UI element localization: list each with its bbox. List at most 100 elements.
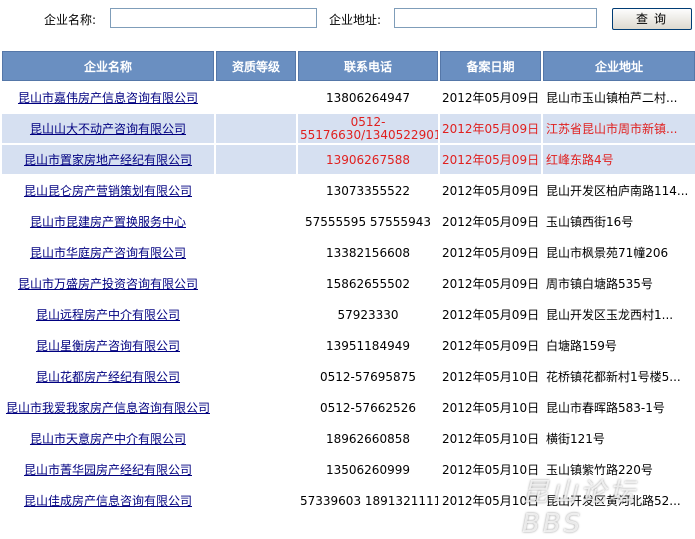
company-link[interactable]: 昆山市万盛房产投资咨询有限公司 bbox=[18, 277, 198, 291]
company-link[interactable]: 昆山佳成房产信息咨询有限公司 bbox=[24, 494, 192, 508]
phone-cell: 15862655502 bbox=[298, 269, 438, 298]
table-row: 昆山远程房产中介有限公司 57923330 2012年05月09日 昆山开发区玉龙西村… bbox=[2, 300, 695, 329]
table-row: 昆山山大不动产咨询有限公司 0512- 55176630/13405229017 20… bbox=[2, 114, 695, 143]
company-link[interactable]: 昆山市我爱我家房产信息咨询有限公司 bbox=[6, 401, 210, 415]
qualification-cell bbox=[216, 424, 296, 453]
company-name-cell: 昆山市嘉伟房产信息咨询有限公司 bbox=[2, 83, 214, 112]
company-name-cell: 昆山市昆建房产置换服务中心 bbox=[2, 207, 214, 236]
table-row: 昆山市万盛房产投资咨询有限公司 15862655502 2012年05月09日 周市镇… bbox=[2, 269, 695, 298]
search-button[interactable]: 查询 bbox=[612, 8, 692, 30]
phone-cell: 57555595 57555943 bbox=[298, 207, 438, 236]
company-name-cell: 昆山市万盛房产投资咨询有限公司 bbox=[2, 269, 214, 298]
company-name-cell: 昆山星衡房产咨询有限公司 bbox=[2, 331, 214, 360]
qualification-cell bbox=[216, 331, 296, 360]
company-link[interactable]: 昆山远程房产中介有限公司 bbox=[36, 308, 180, 322]
phone-cell: 0512-57662526 bbox=[298, 393, 438, 422]
company-link[interactable]: 昆山昆仑房产营销策划有限公司 bbox=[24, 184, 192, 198]
company-address-input[interactable] bbox=[394, 8, 597, 28]
address-cell: 白塘路159号 bbox=[543, 331, 695, 360]
date-cell: 2012年05月09日 bbox=[440, 269, 541, 298]
company-name-cell: 昆山佳成房产信息咨询有限公司 bbox=[2, 486, 214, 515]
address-cell: 红峰东路4号 bbox=[543, 145, 695, 174]
qualification-cell bbox=[216, 486, 296, 515]
header-phone: 联系电话 bbox=[298, 51, 438, 81]
header-company-name: 企业名称 bbox=[2, 51, 214, 81]
header-address: 企业地址 bbox=[543, 51, 695, 81]
address-cell: 昆山市玉山镇柏芦二村... bbox=[543, 83, 695, 112]
phone-cell: 13806264947 bbox=[298, 83, 438, 112]
table-row: 昆山市置家房地产经纪有限公司 13906267588 2012年05月09日 红峰东路… bbox=[2, 145, 695, 174]
qualification-cell bbox=[216, 145, 296, 174]
date-cell: 2012年05月09日 bbox=[440, 83, 541, 112]
date-cell: 2012年05月09日 bbox=[440, 331, 541, 360]
date-cell: 2012年05月09日 bbox=[440, 176, 541, 205]
phone-cell: 0512- 55176630/13405229017 bbox=[298, 114, 438, 143]
company-name-cell: 昆山市置家房地产经纪有限公司 bbox=[2, 145, 214, 174]
company-link[interactable]: 昆山市菁华园房产经纪有限公司 bbox=[24, 463, 192, 477]
address-cell: 横街121号 bbox=[543, 424, 695, 453]
company-address-label: 企业地址: bbox=[329, 13, 382, 27]
table-row: 昆山市天意房产中介有限公司 18962660858 2012年05月10日 横街121… bbox=[2, 424, 695, 453]
phone-cell: 13906267588 bbox=[298, 145, 438, 174]
company-name-cell: 昆山远程房产中介有限公司 bbox=[2, 300, 214, 329]
company-name-cell: 昆山昆仑房产营销策划有限公司 bbox=[2, 176, 214, 205]
address-cell: 江苏省昆山市周市新镇... bbox=[543, 114, 695, 143]
qualification-cell bbox=[216, 300, 296, 329]
company-name-cell: 昆山市华庭房产咨询有限公司 bbox=[2, 238, 214, 267]
table-row: 昆山市昆建房产置换服务中心 57555595 57555943 2012年05月09… bbox=[2, 207, 695, 236]
search-bar: 企业名称: 企业地址: 查询 bbox=[0, 0, 695, 42]
company-link[interactable]: 昆山星衡房产咨询有限公司 bbox=[36, 339, 180, 353]
table-header-row: 企业名称 资质等级 联系电话 备案日期 企业地址 bbox=[2, 51, 695, 81]
date-cell: 2012年05月10日 bbox=[440, 393, 541, 422]
phone-cell: 57923330 bbox=[298, 300, 438, 329]
company-link[interactable]: 昆山市嘉伟房产信息咨询有限公司 bbox=[18, 91, 198, 105]
watermark: 昆山论坛 BBS bbox=[522, 478, 639, 539]
date-cell: 2012年05月09日 bbox=[440, 114, 541, 143]
phone-cell: 13951184949 bbox=[298, 331, 438, 360]
phone-cell: 13073355522 bbox=[298, 176, 438, 205]
date-cell: 2012年05月09日 bbox=[440, 207, 541, 236]
qualification-cell bbox=[216, 393, 296, 422]
company-name-input[interactable] bbox=[110, 8, 317, 28]
company-link[interactable]: 昆山市天意房产中介有限公司 bbox=[30, 432, 186, 446]
address-cell: 昆山开发区玉龙西村1... bbox=[543, 300, 695, 329]
header-qualification: 资质等级 bbox=[216, 51, 296, 81]
phone-cell: 13382156608 bbox=[298, 238, 438, 267]
date-cell: 2012年05月10日 bbox=[440, 362, 541, 391]
company-name-label: 企业名称: bbox=[44, 13, 97, 27]
qualification-cell bbox=[216, 114, 296, 143]
table-row: 昆山星衡房产咨询有限公司 13951184949 2012年05月09日 白塘路159… bbox=[2, 331, 695, 360]
qualification-cell bbox=[216, 176, 296, 205]
table-row: 昆山市嘉伟房产信息咨询有限公司 13806264947 2012年05月09日 昆山市… bbox=[2, 83, 695, 112]
company-link[interactable]: 昆山市昆建房产置换服务中心 bbox=[30, 215, 186, 229]
company-link[interactable]: 昆山花都房产经纪有限公司 bbox=[36, 370, 180, 384]
company-link[interactable]: 昆山山大不动产咨询有限公司 bbox=[30, 122, 186, 136]
date-cell: 2012年05月10日 bbox=[440, 424, 541, 453]
company-link[interactable]: 昆山市置家房地产经纪有限公司 bbox=[24, 153, 192, 167]
phone-cell: 57339603 18913211110 bbox=[298, 486, 438, 515]
phone-cell: 0512-57695875 bbox=[298, 362, 438, 391]
header-date: 备案日期 bbox=[440, 51, 541, 81]
company-name-cell: 昆山山大不动产咨询有限公司 bbox=[2, 114, 214, 143]
company-name-cell: 昆山市我爱我家房产信息咨询有限公司 bbox=[2, 393, 214, 422]
company-table: 企业名称 资质等级 联系电话 备案日期 企业地址 昆山市嘉伟房产信息咨询有限公司… bbox=[0, 49, 695, 517]
address-cell: 玉山镇西街16号 bbox=[543, 207, 695, 236]
qualification-cell bbox=[216, 238, 296, 267]
date-cell: 2012年05月09日 bbox=[440, 145, 541, 174]
table-row: 昆山花都房产经纪有限公司 0512-57695875 2012年05月10日 花桥镇花… bbox=[2, 362, 695, 391]
address-cell: 周市镇白塘路535号 bbox=[543, 269, 695, 298]
qualification-cell bbox=[216, 362, 296, 391]
table-row: 昆山市华庭房产咨询有限公司 13382156608 2012年05月09日 昆山市枫景… bbox=[2, 238, 695, 267]
qualification-cell bbox=[216, 269, 296, 298]
qualification-cell bbox=[216, 207, 296, 236]
address-cell: 昆山开发区柏庐南路114... bbox=[543, 176, 695, 205]
phone-cell: 13506260999 bbox=[298, 455, 438, 484]
company-link[interactable]: 昆山市华庭房产咨询有限公司 bbox=[30, 246, 186, 260]
date-cell: 2012年05月09日 bbox=[440, 300, 541, 329]
address-cell: 昆山市春晖路583-1号 bbox=[543, 393, 695, 422]
company-name-cell: 昆山市天意房产中介有限公司 bbox=[2, 424, 214, 453]
table-row: 昆山市我爱我家房产信息咨询有限公司 0512-57662526 2012年05月10… bbox=[2, 393, 695, 422]
address-cell: 花桥镇花都新村1号楼5... bbox=[543, 362, 695, 391]
qualification-cell bbox=[216, 455, 296, 484]
qualification-cell bbox=[216, 83, 296, 112]
